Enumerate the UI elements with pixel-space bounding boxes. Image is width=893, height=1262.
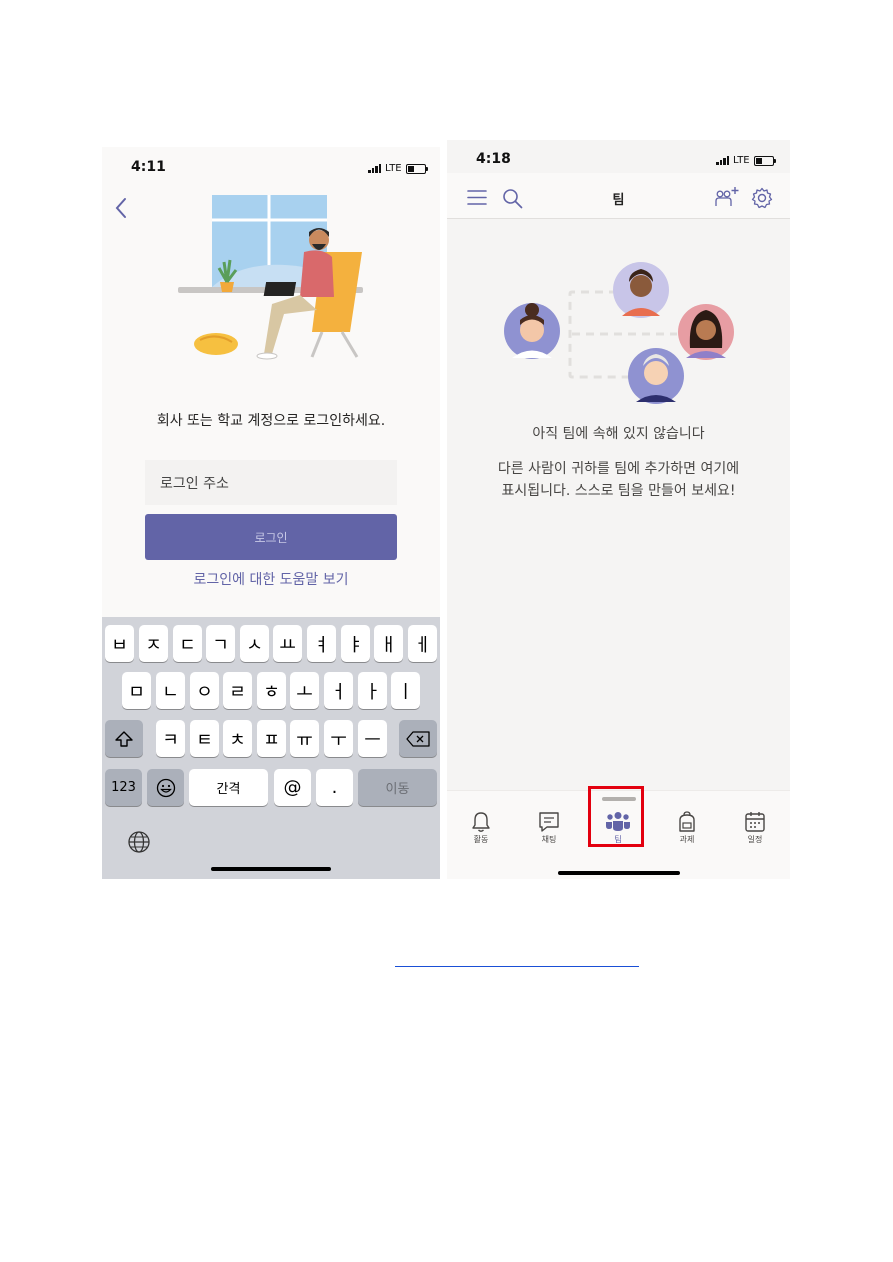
gear-icon[interactable] (751, 187, 773, 209)
key-g[interactable]: ㄱ (206, 625, 235, 662)
key-h[interactable]: ㅎ (257, 672, 286, 709)
space-key[interactable]: 간격 (189, 769, 268, 806)
login-prompt: 회사 또는 학교 계정으로 로그인하세요. (156, 413, 386, 429)
network-label: LTE (733, 155, 750, 166)
status-indicators: LTE (368, 163, 428, 174)
login-help-link[interactable]: 로그인에 대한 도움말 보기 (102, 569, 440, 589)
signal-icon (368, 164, 381, 173)
key-b[interactable]: ㅂ (105, 625, 134, 662)
tab-chat[interactable]: 채팅 (529, 811, 569, 845)
backspace-key[interactable] (399, 720, 437, 757)
teams-tab-highlight (588, 786, 644, 847)
key-yo[interactable]: ㅛ (273, 625, 302, 662)
battery-icon (753, 155, 776, 166)
return-key[interactable]: 이동 (358, 769, 437, 806)
team-members-illustration (504, 262, 734, 404)
key-ae[interactable]: ㅐ (374, 625, 403, 662)
empty-state-description: 다른 사람이 귀하를 팀에 추가하면 여기에 표시됩니다. 스스로 팀을 만들어… (447, 458, 790, 502)
key-e[interactable]: ㅔ (408, 625, 437, 662)
key-s[interactable]: ㅅ (240, 625, 269, 662)
login-address-input[interactable]: 로그인 주소 (145, 460, 397, 505)
globe-icon[interactable] (127, 830, 151, 854)
key-n[interactable]: ㄴ (156, 672, 185, 709)
key-u[interactable]: ㅜ (324, 720, 353, 757)
network-label: LTE (385, 163, 402, 174)
key-eo[interactable]: ㅓ (324, 672, 353, 709)
battery-icon (405, 163, 428, 174)
empty-desc-line-1: 다른 사람이 귀하를 팀에 추가하면 여기에 (497, 461, 740, 477)
home-indicator (558, 871, 680, 875)
at-key[interactable]: @ (274, 769, 311, 806)
key-r[interactable]: ㄹ (223, 672, 252, 709)
tab-label: 활동 (473, 835, 489, 844)
tab-assignments[interactable]: 과제 (667, 811, 707, 845)
key-ng[interactable]: ㅇ (190, 672, 219, 709)
key-i[interactable]: ㅣ (391, 672, 420, 709)
shift-icon (115, 730, 133, 747)
backpack-icon (679, 811, 695, 832)
key-p[interactable]: ㅍ (257, 720, 286, 757)
empty-state-title: 아직 팀에 속해 있지 않습니다 (532, 426, 705, 442)
key-d[interactable]: ㄷ (173, 625, 202, 662)
person-with-laptop-illustration (178, 195, 363, 360)
add-team-icon[interactable] (715, 186, 739, 208)
backspace-icon (406, 730, 430, 747)
tab-label: 과제 (679, 835, 695, 844)
back-chevron-icon[interactable] (112, 195, 134, 221)
key-o[interactable]: ㅗ (290, 672, 319, 709)
period-key[interactable]: . (316, 769, 353, 806)
key-eu[interactable]: ㅡ (358, 720, 387, 757)
tab-calendar[interactable]: 일정 (735, 811, 775, 845)
tab-label: 채팅 (541, 835, 557, 844)
tab-label: 일정 (747, 835, 763, 844)
key-yu[interactable]: ㅠ (290, 720, 319, 757)
shift-key[interactable] (105, 720, 143, 757)
bell-icon (472, 812, 490, 832)
hyperlink-underline (395, 966, 639, 967)
key-yeo[interactable]: ㅕ (307, 625, 336, 662)
emoji-key[interactable] (147, 769, 184, 806)
korean-keyboard: ㅂ ㅈ ㄷ ㄱ ㅅ ㅛ ㅕ ㅑ ㅐ ㅔ ㅁ ㄴ ㅇ ㄹ ㅎ ㅗ ㅓ ㅏ ㅣ ㅋ … (102, 617, 440, 879)
home-indicator (211, 867, 331, 871)
status-indicators: LTE (716, 155, 776, 166)
signal-icon (716, 156, 729, 165)
chat-icon (539, 812, 559, 832)
empty-desc-line-2: 표시됩니다. 스스로 팀을 만들어 보세요! (501, 483, 736, 499)
calendar-icon (745, 812, 765, 832)
status-time: 4:11 (131, 159, 166, 175)
key-ya[interactable]: ㅑ (341, 625, 370, 662)
emoji-icon (156, 778, 175, 797)
key-m[interactable]: ㅁ (122, 672, 151, 709)
teams-screen: 4:18 LTE 팀 아직 팀에 속해 있지 않습니다 다른 사람이 귀하를 팀… (447, 140, 790, 879)
login-button[interactable]: 로그인 (145, 514, 397, 560)
status-time: 4:18 (476, 151, 511, 167)
numbers-key[interactable]: 123 (105, 769, 142, 806)
login-screen: 4:11 LTE 회사 또는 학교 계정으로 로그인하세요. 로그인 주소 로그… (102, 147, 440, 879)
key-a[interactable]: ㅏ (358, 672, 387, 709)
key-ch[interactable]: ㅊ (223, 720, 252, 757)
key-k[interactable]: ㅋ (156, 720, 185, 757)
key-t[interactable]: ㅌ (190, 720, 219, 757)
tab-activity[interactable]: 활동 (461, 811, 501, 845)
key-j[interactable]: ㅈ (139, 625, 168, 662)
